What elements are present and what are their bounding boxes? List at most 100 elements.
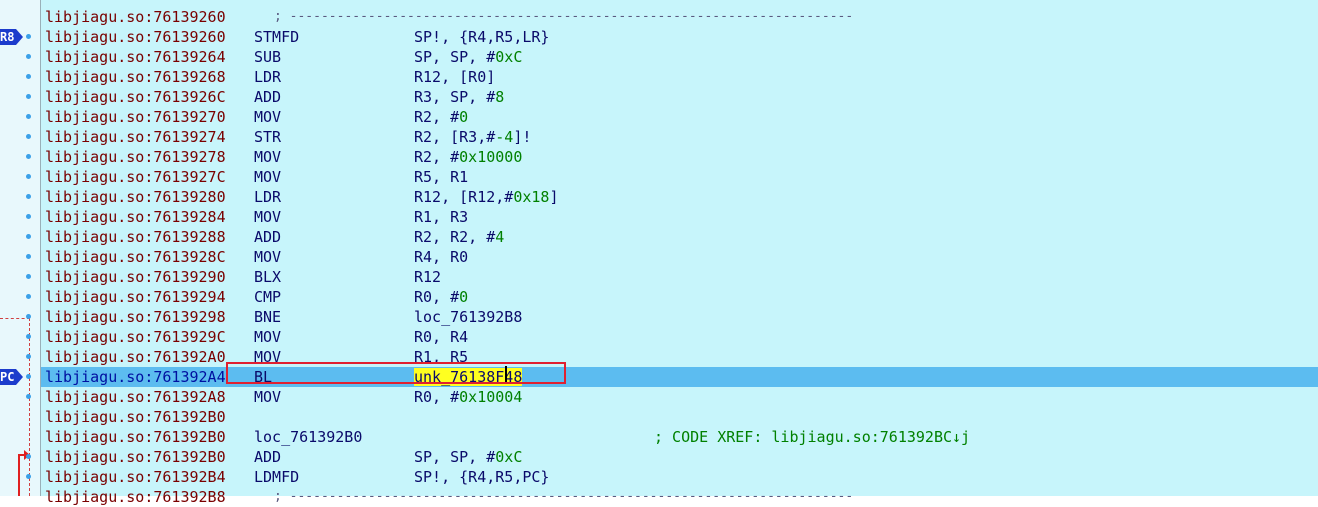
immediate-value: 0x10000 [459, 148, 523, 166]
breakpoint-dot-icon[interactable] [26, 214, 31, 219]
operands[interactable]: loc_761392B8 [414, 307, 522, 327]
breakpoint-dot-icon[interactable] [26, 394, 31, 399]
instruction-row[interactable]: libjiagu.so:761392B4 LDMFD SP!, {R4,R5,PC} [41, 467, 1318, 487]
instruction-row[interactable]: libjiagu.so:7613929C MOV R0, R4 [41, 327, 1318, 347]
address-label[interactable]: libjiagu.so:7613928C [45, 247, 226, 267]
instruction-row[interactable]: libjiagu.so:76139274 STR R2, [R3,#-4]! [41, 127, 1318, 147]
instruction-row[interactable]: libjiagu.so:76139268 LDR R12, [R0] [41, 67, 1318, 87]
address-label[interactable]: libjiagu.so:76139294 [45, 287, 226, 307]
address-label[interactable]: libjiagu.so:76139284 [45, 207, 226, 227]
instruction-row[interactable]: libjiagu.so:76139260 ; ------------------… [41, 7, 1318, 27]
operands[interactable]: SP!, {R4,R5,LR} [414, 27, 549, 47]
operands[interactable]: R0, #0 [414, 287, 468, 307]
mnemonic: MOV [254, 208, 282, 226]
operands[interactable]: R2, R2, #4 [414, 227, 504, 247]
instruction-row[interactable]: libjiagu.so:76139284 MOV R1, R3 [41, 207, 1318, 227]
breakpoint-dot-icon[interactable] [26, 114, 31, 119]
breakpoint-dot-icon[interactable] [26, 314, 31, 319]
operand-text: R2, [R3,# [414, 128, 496, 146]
address-label[interactable]: libjiagu.so:761392B4 [45, 467, 226, 487]
address-label[interactable]: libjiagu.so:76139270 [45, 107, 226, 127]
breakpoint-dot-icon[interactable] [26, 274, 31, 279]
breakpoint-dot-icon[interactable] [26, 374, 31, 379]
breakpoint-dot-icon[interactable] [26, 34, 31, 39]
operands[interactable]: SP!, {R4,R5,PC} [414, 467, 549, 487]
instruction-row[interactable]: libjiagu.so:76139278 MOV R2, #0x10000 [41, 147, 1318, 167]
breakpoint-dot-icon[interactable] [26, 94, 31, 99]
operands[interactable]: SP, SP, #0xC [414, 47, 522, 67]
breakpoint-dot-icon[interactable] [26, 334, 31, 339]
disassembly-listing[interactable]: libjiagu.so:76139260 ; ------------------… [41, 0, 1318, 506]
address-label[interactable]: libjiagu.so:76139264 [45, 47, 226, 67]
address-label[interactable]: libjiagu.so:7613929C [45, 327, 226, 347]
instruction-row[interactable]: libjiagu.so:76139294 CMP R0, #0 [41, 287, 1318, 307]
instruction-row[interactable]: libjiagu.so:76139280 LDR R12, [R12,#0x18] [41, 187, 1318, 207]
address-label[interactable]: libjiagu.so:76139288 [45, 227, 226, 247]
instruction-row[interactable]: libjiagu.so:7613928C MOV R4, R0 [41, 247, 1318, 267]
address-label[interactable]: libjiagu.so:761392A0 [45, 347, 226, 367]
address-label[interactable]: libjiagu.so:76139260 [45, 27, 226, 47]
address-label[interactable]: libjiagu.so:76139280 [45, 187, 226, 207]
operands[interactable]: R0, #0x10004 [414, 387, 522, 407]
instruction-row[interactable]: libjiagu.so:7613927C MOV R5, R1 [41, 167, 1318, 187]
instruction-row[interactable]: libjiagu.so:761392B0 ADD SP, SP, #0xC [41, 447, 1318, 467]
operands[interactable]: R5, R1 [414, 167, 468, 187]
operands[interactable]: SP, SP, #0xC [414, 447, 522, 467]
instruction-row[interactable]: libjiagu.so:76139264 SUB SP, SP, #0xC [41, 47, 1318, 67]
address-label[interactable]: libjiagu.so:7613926C [45, 87, 226, 107]
breakpoint-dot-icon[interactable] [26, 154, 31, 159]
instruction-row[interactable]: libjiagu.so:76139290 BLX R12 [41, 267, 1318, 287]
address-label[interactable]: libjiagu.so:76139290 [45, 267, 226, 287]
breakpoint-dot-icon[interactable] [26, 134, 31, 139]
address-label[interactable]: libjiagu.so:761392B0 [45, 407, 226, 427]
breakpoint-dot-icon[interactable] [26, 194, 31, 199]
operand-text: R4, R0 [414, 248, 469, 266]
instruction-row[interactable]: libjiagu.so:76139270 MOV R2, #0 [41, 107, 1318, 127]
operands[interactable]: R3, SP, #8 [414, 87, 504, 107]
operands[interactable]: R4, R0 [414, 247, 468, 267]
instruction-row[interactable]: libjiagu.so:7613926C ADD R3, SP, #8 [41, 87, 1318, 107]
operands[interactable]: R2, [R3,#-4]! [414, 127, 531, 147]
address-label[interactable]: libjiagu.so:76139274 [45, 127, 226, 147]
instruction-row[interactable]: libjiagu.so:761392A8 MOV R0, #0x10004 [41, 387, 1318, 407]
instruction-row[interactable]: libjiagu.so:76139298 BNE loc_761392B8 [41, 307, 1318, 327]
address-label[interactable]: libjiagu.so:7613927C [45, 167, 226, 187]
instruction-row[interactable]: libjiagu.so:76139260 STMFD SP!, {R4,R5,LR} [41, 27, 1318, 47]
instruction-row[interactable]: libjiagu.so:761392B0 loc_761392B0 ; CODE X… [41, 427, 1318, 447]
breakpoint-dot-icon[interactable] [26, 74, 31, 79]
instruction-row[interactable]: libjiagu.so:761392B8 ; ------------------… [41, 487, 1318, 507]
operands[interactable]: R12 [414, 267, 441, 287]
operand-text: SP, SP, # [414, 48, 496, 66]
breakpoint-dot-icon[interactable] [26, 474, 31, 479]
breakpoint-dot-icon[interactable] [26, 174, 31, 179]
breakpoint-dot-icon[interactable] [26, 294, 31, 299]
mnemonic: BLX [254, 268, 282, 286]
address-label[interactable]: libjiagu.so:76139278 [45, 147, 226, 167]
breakpoint-dot-icon[interactable] [26, 54, 31, 59]
address-label[interactable]: libjiagu.so:76139260 [45, 7, 226, 27]
code-label[interactable]: loc_761392B0 [254, 427, 362, 447]
operands[interactable]: R2, #0x10000 [414, 147, 522, 167]
breakpoint-dot-icon[interactable] [26, 354, 31, 359]
instruction-row[interactable]: libjiagu.so:76139288 ADD R2, R2, #4 [41, 227, 1318, 247]
mnemonic: BNE [254, 308, 282, 326]
address-label[interactable]: libjiagu.so:76139298 [45, 307, 226, 327]
address-label[interactable]: libjiagu.so:761392B0 [45, 427, 226, 447]
operands[interactable]: R1, R3 [414, 207, 468, 227]
operands[interactable]: R12, [R0] [414, 67, 495, 87]
breakpoint-dot-icon[interactable] [26, 254, 31, 259]
immediate-value: 0xC [495, 48, 523, 66]
address-label[interactable]: libjiagu.so:761392B0 [45, 447, 226, 467]
operand-text: R0, R4 [414, 328, 469, 346]
address-label[interactable]: libjiagu.so:761392A8 [45, 387, 226, 407]
address-label[interactable]: libjiagu.so:761392A4 [45, 367, 226, 387]
address-label[interactable]: libjiagu.so:761392B8 [45, 487, 226, 507]
instruction-row[interactable]: libjiagu.so:761392B0 [41, 407, 1318, 427]
operands[interactable]: R12, [R12,#0x18] [414, 187, 559, 207]
breakpoint-dot-icon[interactable] [26, 454, 31, 459]
breakpoint-dot-icon[interactable] [26, 234, 31, 239]
operands[interactable]: R0, R4 [414, 327, 468, 347]
xref-comment[interactable]: ; CODE XREF: libjiagu.so:761392BC↓j [654, 427, 970, 447]
operands[interactable]: R2, #0 [414, 107, 468, 127]
address-label[interactable]: libjiagu.so:76139268 [45, 67, 226, 87]
